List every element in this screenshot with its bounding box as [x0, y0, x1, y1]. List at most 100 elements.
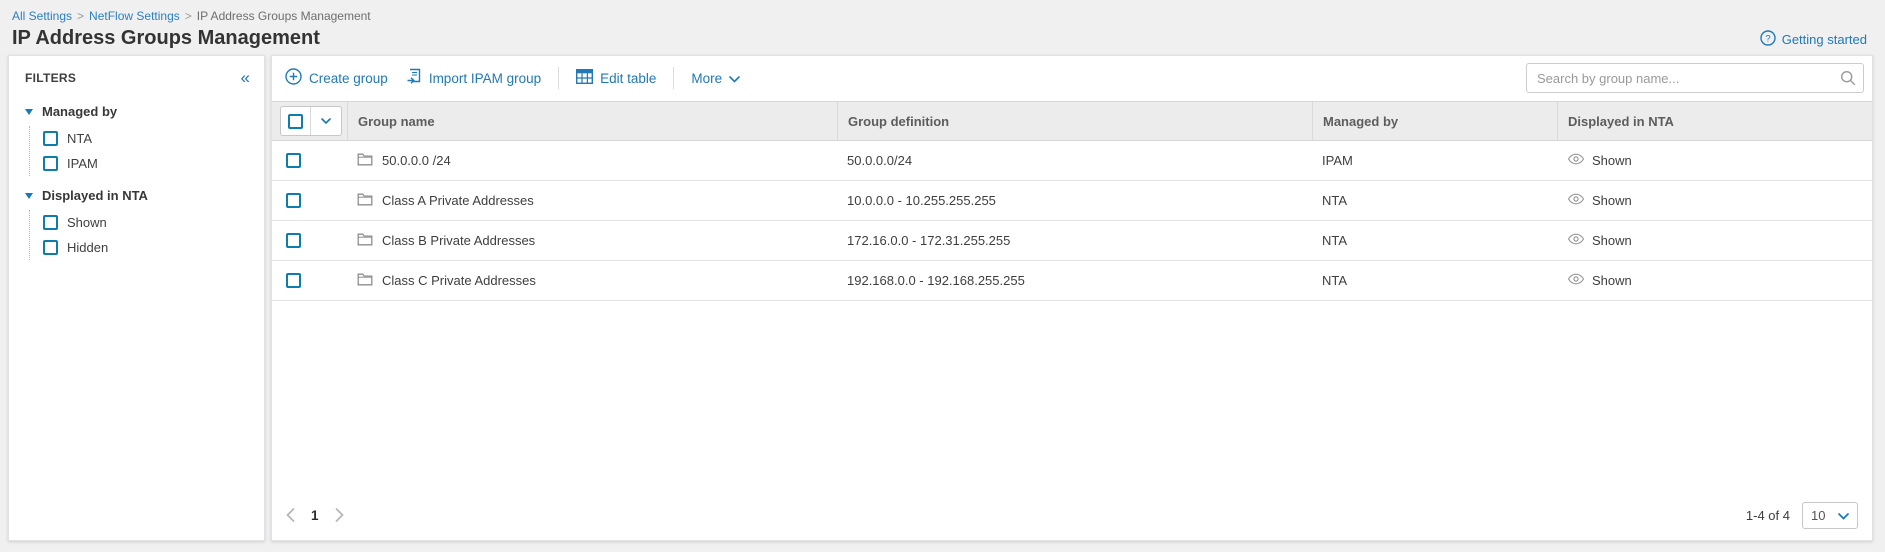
page-title: IP Address Groups Management [12, 27, 1869, 50]
filter-option[interactable]: Hidden [43, 235, 264, 260]
chevron-down-icon [1838, 508, 1849, 523]
toolbar-divider [673, 67, 674, 89]
page-size-select[interactable]: 10 [1802, 502, 1858, 529]
import-ipam-group-button[interactable]: Import IPAM group [397, 68, 550, 88]
more-menu-button[interactable]: More [682, 71, 749, 86]
managed-by-cell: NTA [1312, 193, 1557, 208]
next-page-icon[interactable] [335, 508, 344, 522]
folder-icon [357, 192, 373, 209]
search-icon [1840, 70, 1856, 91]
table-header-row: Group name Group definition Managed by D… [272, 101, 1872, 141]
select-all-checkbox[interactable] [288, 114, 303, 129]
filter-group-header[interactable]: Managed by [25, 104, 264, 119]
column-header-group-name[interactable]: Group name [347, 102, 837, 140]
group-name-cell: Class B Private Addresses [347, 232, 837, 249]
breadcrumb-item[interactable]: NetFlow Settings [89, 9, 180, 23]
groups-table-card: Create group Import IPAM group Edit tabl… [271, 55, 1873, 541]
import-ipam-group-label: Import IPAM group [429, 71, 541, 86]
expander-triangle-icon [25, 109, 33, 115]
collapse-panel-icon[interactable]: « [241, 69, 250, 86]
displayed-in-nta-cell: Shown [1557, 153, 1872, 168]
eye-icon [1567, 153, 1585, 168]
table-row[interactable]: Class B Private Addresses 172.16.0.0 - 1… [272, 221, 1872, 261]
filter-option[interactable]: Shown [43, 210, 264, 235]
plus-circle-icon [285, 68, 302, 88]
filter-checkbox[interactable] [43, 215, 58, 230]
filter-option[interactable]: IPAM [43, 151, 264, 176]
more-label: More [691, 71, 722, 86]
table-grid-icon [576, 69, 593, 87]
current-page-number[interactable]: 1 [311, 508, 319, 523]
filter-group: Managed by NTA IPAM [25, 104, 264, 176]
filter-groups: Managed by NTA IPAM Displayed in NTA Sho… [9, 104, 264, 260]
column-header-managed-by[interactable]: Managed by [1312, 102, 1557, 140]
row-checkbox[interactable] [286, 153, 301, 168]
group-definition: 50.0.0.0/24 [847, 153, 912, 168]
eye-icon [1567, 233, 1585, 248]
group-name: Class B Private Addresses [382, 233, 535, 248]
edit-table-button[interactable]: Edit table [567, 69, 665, 87]
create-group-button[interactable]: Create group [276, 68, 397, 88]
displayed-in-nta-cell: Shown [1557, 273, 1872, 288]
getting-started-label: Getting started [1782, 32, 1867, 47]
table-row[interactable]: Class A Private Addresses 10.0.0.0 - 10.… [272, 181, 1872, 221]
row-checkbox[interactable] [286, 233, 301, 248]
chevron-down-icon[interactable] [311, 118, 341, 125]
filter-option-label: NTA [67, 131, 92, 146]
folder-icon [357, 232, 373, 249]
filter-option-label: Shown [67, 215, 107, 230]
table-header-select [272, 102, 347, 140]
previous-page-icon[interactable] [286, 508, 295, 522]
edit-table-label: Edit table [600, 71, 656, 86]
table-body: 50.0.0.0 /24 50.0.0.0/24 IPAM Shown Clas… [272, 141, 1872, 301]
getting-started-link[interactable]: ? Getting started [1760, 30, 1867, 49]
managed-by-cell: IPAM [1312, 153, 1557, 168]
group-definition: 10.0.0.0 - 10.255.255.255 [847, 193, 996, 208]
group-name: Class C Private Addresses [382, 273, 536, 288]
row-select-cell [272, 273, 347, 288]
displayed-status: Shown [1592, 193, 1632, 208]
row-checkbox[interactable] [286, 193, 301, 208]
group-definition-cell: 50.0.0.0/24 [837, 153, 1312, 168]
folder-icon [357, 152, 373, 169]
managed-by-cell: NTA [1312, 273, 1557, 288]
table-row[interactable]: 50.0.0.0 /24 50.0.0.0/24 IPAM Shown [272, 141, 1872, 181]
breadcrumb-item: IP Address Groups Management [197, 9, 371, 23]
group-name-cell: Class A Private Addresses [347, 192, 837, 209]
breadcrumb: All Settings>NetFlow Settings>IP Address… [12, 9, 1869, 23]
folder-icon [357, 272, 373, 289]
toolbar: Create group Import IPAM group Edit tabl… [272, 56, 1872, 98]
select-all-split-button[interactable] [280, 106, 342, 136]
filter-checkbox[interactable] [43, 156, 58, 171]
displayed-in-nta-cell: Shown [1557, 233, 1872, 248]
import-document-icon [406, 68, 422, 88]
filters-panel: FILTERS « Managed by NTA IPAM Displayed … [8, 55, 265, 541]
filter-checkbox[interactable] [43, 240, 58, 255]
column-header-displayed-in-nta[interactable]: Displayed in NTA [1557, 102, 1872, 140]
row-checkbox[interactable] [286, 273, 301, 288]
table-row[interactable]: Class C Private Addresses 192.168.0.0 - … [272, 261, 1872, 301]
breadcrumb-item[interactable]: All Settings [12, 9, 72, 23]
group-definition-cell: 172.16.0.0 - 172.31.255.255 [837, 233, 1312, 248]
group-definition: 172.16.0.0 - 172.31.255.255 [847, 233, 1010, 248]
search-box [1526, 63, 1864, 93]
displayed-in-nta-cell: Shown [1557, 193, 1872, 208]
row-select-cell [272, 233, 347, 248]
managed-by-value: NTA [1322, 273, 1347, 288]
search-input[interactable] [1526, 63, 1864, 93]
eye-icon [1567, 273, 1585, 288]
filter-group-header[interactable]: Displayed in NTA [25, 188, 264, 203]
filter-option-label: Hidden [67, 240, 108, 255]
pagination-right: 1-4 of 4 10 [1746, 502, 1858, 529]
managed-by-value: NTA [1322, 233, 1347, 248]
column-header-group-definition[interactable]: Group definition [837, 102, 1312, 140]
group-definition: 192.168.0.0 - 192.168.255.255 [847, 273, 1025, 288]
create-group-label: Create group [309, 71, 388, 86]
group-name: 50.0.0.0 /24 [382, 153, 451, 168]
filter-checkbox[interactable] [43, 131, 58, 146]
row-select-cell [272, 153, 347, 168]
displayed-status: Shown [1592, 273, 1632, 288]
group-definition-cell: 192.168.0.0 - 192.168.255.255 [837, 273, 1312, 288]
filter-option[interactable]: NTA [43, 126, 264, 151]
page-header: All Settings>NetFlow Settings>IP Address… [0, 0, 1885, 55]
